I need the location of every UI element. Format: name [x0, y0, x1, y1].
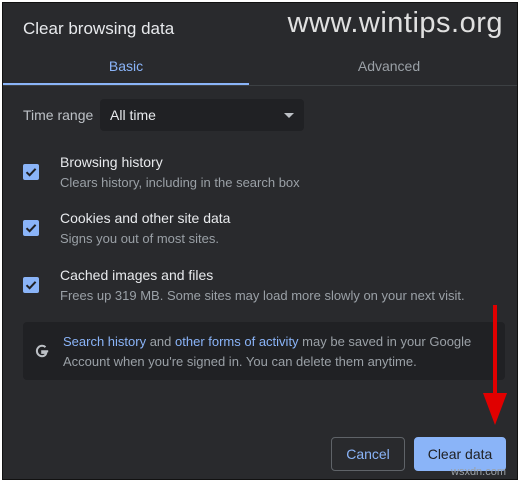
option-title: Cookies and other site data	[60, 210, 231, 226]
option-description: Clears history, including in the search …	[60, 175, 300, 190]
checkmark-icon	[25, 168, 37, 177]
watermark: www.wintips.org	[287, 7, 503, 39]
tab-advanced[interactable]: Advanced	[261, 49, 517, 83]
tab-bar: Basic Advanced	[3, 49, 517, 85]
option-cookies: Cookies and other site data Signs you ou…	[23, 210, 503, 254]
dialog-title: Clear browsing data	[23, 19, 175, 38]
option-description: Frees up 319 MB. Some sites may load mor…	[60, 288, 465, 303]
time-range-value: All time	[110, 107, 156, 123]
option-description: Signs you out of most sites.	[60, 231, 219, 246]
time-range-label: Time range	[23, 107, 94, 123]
search-history-link[interactable]: Search history	[63, 334, 146, 349]
time-range-select[interactable]: All time	[100, 99, 304, 131]
clear-browsing-data-dialog: Clear browsing data www.wintips.org Basi…	[2, 2, 518, 480]
tabs-divider	[3, 85, 517, 86]
red-arrow-annotation	[483, 305, 507, 425]
info-text: Search history and other forms of activi…	[63, 332, 493, 372]
google-g-icon	[35, 344, 49, 358]
cookies-checkbox[interactable]	[23, 220, 39, 236]
caret-down-icon	[284, 113, 294, 118]
corner-watermark: wsxdn.com	[451, 466, 507, 478]
browsing-history-checkbox[interactable]	[23, 164, 39, 180]
tab-basic[interactable]: Basic	[3, 49, 249, 83]
cancel-button[interactable]: Cancel	[331, 437, 405, 471]
checkmark-icon	[25, 281, 37, 290]
option-title: Cached images and files	[60, 267, 214, 283]
option-cached-images: Cached images and files Frees up 319 MB.…	[23, 267, 503, 311]
option-title: Browsing history	[60, 154, 163, 170]
option-browsing-history: Browsing history Clears history, includi…	[23, 154, 503, 198]
google-account-info: Search history and other forms of activi…	[23, 322, 505, 380]
cached-images-checkbox[interactable]	[23, 277, 39, 293]
other-activity-link[interactable]: other forms of activity	[175, 334, 299, 349]
checkmark-icon	[25, 224, 37, 233]
info-text-part: and	[146, 334, 176, 349]
